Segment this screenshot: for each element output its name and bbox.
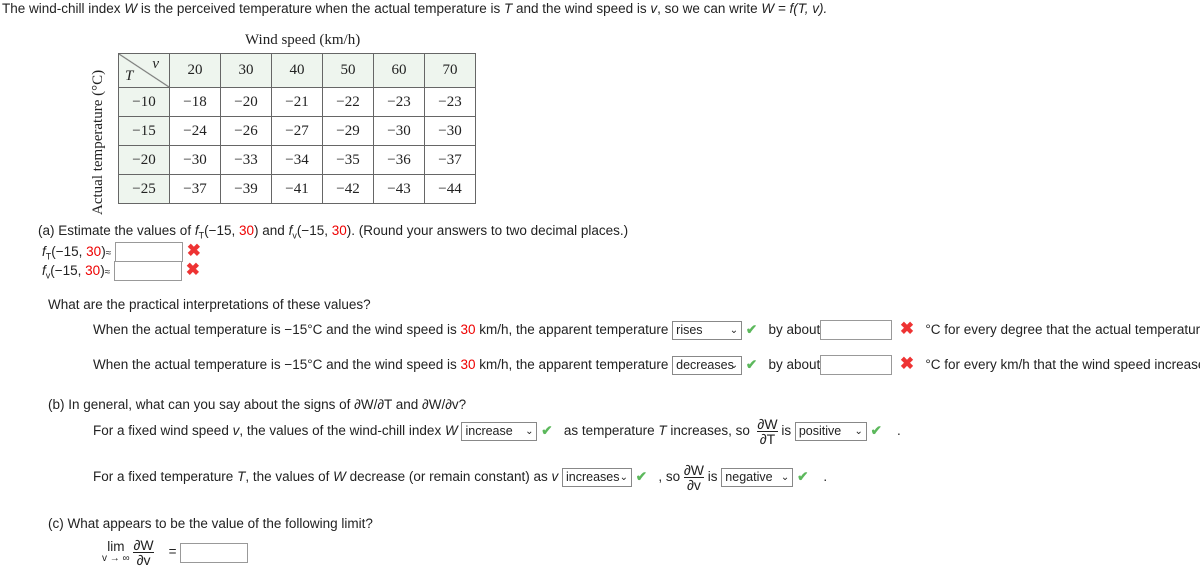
incorrect-icon: ✖: [899, 319, 915, 338]
limit-input[interactable]: [180, 542, 249, 563]
sign-select-1[interactable]: positive ⌄: [794, 421, 867, 441]
speed-header: 70: [424, 53, 476, 88]
trend-select-2[interactable]: increases ⌄: [562, 467, 632, 487]
table-title: Wind speed (km/h): [245, 32, 361, 48]
interp-line-2: When the actual temperature is −15°C and…: [93, 354, 1200, 376]
speed-header: 50: [322, 53, 374, 88]
fv-input[interactable]: [113, 261, 182, 282]
table-row: −10 −18 −20 −21 −22 −23 −23: [118, 87, 476, 117]
trend-select-1[interactable]: increase ⌄: [461, 421, 538, 441]
correct-icon: ✔: [745, 322, 758, 337]
correct-icon: ✔: [745, 357, 758, 372]
incorrect-icon: ✖: [899, 354, 915, 373]
part-b-line-2: For a fixed temperature T, the values of…: [93, 461, 828, 493]
sign-select-2[interactable]: negative ⌄: [721, 467, 794, 487]
speed-header: 30: [220, 53, 272, 88]
part-b-line-1: For a fixed wind speed v, the values of …: [93, 415, 901, 447]
by-about-input-2[interactable]: [820, 355, 893, 376]
table-row: −15 −24 −26 −27 −29 −30 −30: [118, 116, 476, 146]
speed-header: 20: [169, 53, 221, 88]
dW-dv-fraction: ∂W ∂v: [683, 461, 705, 493]
table-row-axis-label: Actual temperature (°C): [90, 69, 106, 215]
interp-question: What are the practical interpretations o…: [48, 297, 371, 312]
part-b-prompt: (b) In general, what can you say about t…: [48, 397, 467, 412]
corner-cell: vT: [118, 53, 170, 88]
by-about-input-1[interactable]: [820, 320, 893, 341]
incorrect-icon: ✖: [186, 241, 201, 260]
limit-expression: lim v → ∞ ∂W ∂v =: [102, 538, 249, 567]
speed-header: 60: [373, 53, 425, 88]
correct-icon: ✔: [797, 469, 809, 484]
correct-icon: ✔: [541, 423, 553, 438]
wind-chill-table: vT 20 30 40 50 60 70 −10 −18 −20 −21 −22 −23−…: [118, 53, 476, 204]
correct-icon: ✔: [870, 423, 882, 438]
intro-text: The wind-chill index W is the perceived …: [2, 1, 828, 16]
interp-line-1: When the actual temperature is −15°C and…: [93, 319, 1200, 341]
part-c-prompt: (c) What appears to be the value of the …: [48, 516, 373, 531]
direction-select-1[interactable]: rises ⌄: [672, 320, 743, 340]
table-row: −25 −37 −39 −41 −42 −43 −44: [118, 174, 476, 204]
part-a-prompt: (a) Estimate the values of fT(−15, 30) a…: [38, 223, 629, 241]
correct-icon: ✔: [635, 469, 648, 484]
table-row: −20 −30 −33 −34 −35 −36 −37: [118, 145, 476, 175]
speed-header: 40: [271, 53, 323, 88]
fv-row: fv(−15, 30)≈ ✖: [42, 260, 200, 282]
dW-dT-fraction: ∂W ∂T: [757, 415, 778, 447]
incorrect-icon: ✖: [185, 260, 200, 279]
direction-select-2[interactable]: decreases ⌄: [672, 355, 743, 375]
